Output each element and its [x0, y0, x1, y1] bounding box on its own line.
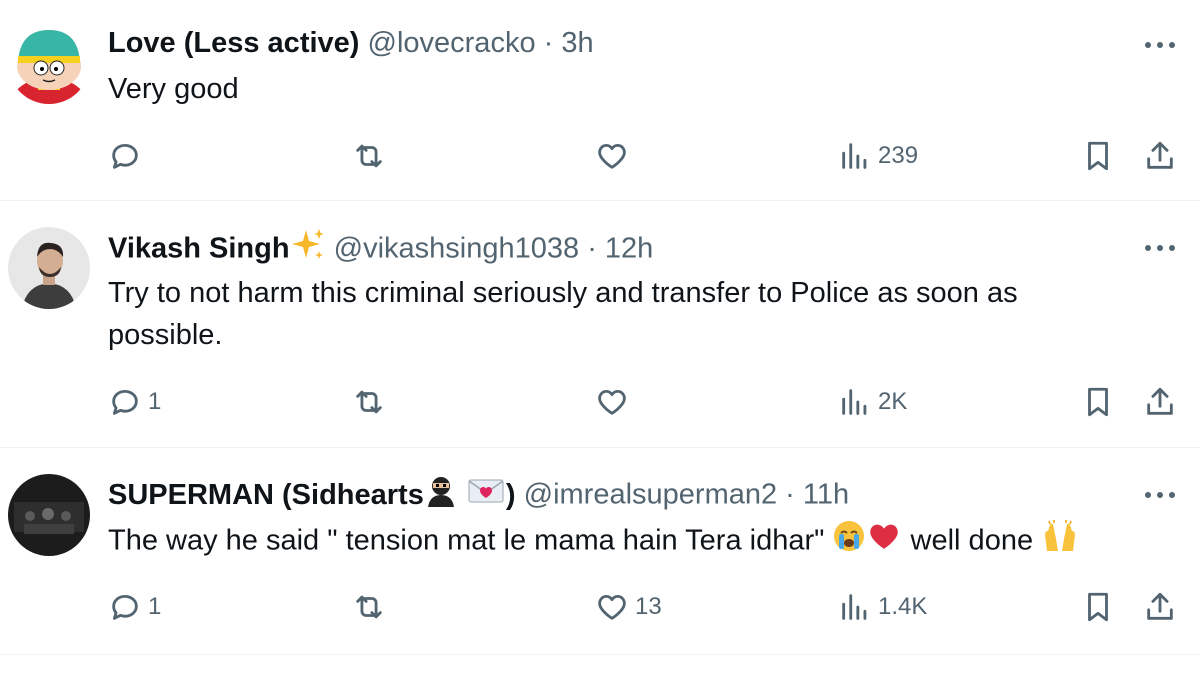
tweet-3[interactable]: SUPERMAN (Sidhearts ) @imrealsuperman2 ·…	[0, 448, 1200, 654]
views-icon	[842, 143, 867, 169]
ninja-icon	[424, 475, 458, 517]
tweet-2[interactable]: Vikash Singh @vikashsingh1038 · 12h Try …	[0, 201, 1200, 447]
reply-button[interactable]: 1	[108, 587, 161, 627]
reply-icon	[112, 389, 138, 415]
views-button[interactable]: 2K	[838, 382, 907, 422]
separator-dot: ·	[587, 232, 597, 265]
heart-icon	[598, 594, 626, 620]
views-button[interactable]: 1.4K	[838, 587, 927, 627]
more-options-button[interactable]	[1140, 480, 1180, 510]
timestamp[interactable]: 3h	[561, 27, 593, 59]
tweet-text-line: Very good	[108, 73, 239, 105]
reply-icon	[112, 143, 138, 169]
retweet-button[interactable]	[352, 382, 392, 422]
tweet-text: Very good	[108, 68, 239, 110]
bookmark-icon	[1088, 387, 1108, 417]
author-handle[interactable]: @vikashsingh1038	[334, 233, 579, 265]
sparkles-icon	[290, 228, 326, 272]
bookmark-button[interactable]	[1081, 136, 1115, 176]
reply-icon	[112, 594, 138, 620]
dark-photo-avatar-icon[interactable]	[8, 474, 90, 556]
timestamp[interactable]: 11h	[803, 479, 849, 511]
tweet-text-line: Try to not harm this criminal seriously …	[108, 277, 1018, 309]
share-icon	[1147, 592, 1173, 620]
crying-face-icon	[832, 519, 866, 565]
views-icon	[842, 389, 867, 415]
share-button[interactable]	[1143, 382, 1177, 422]
love-letter-icon	[466, 476, 506, 516]
share-button[interactable]	[1143, 587, 1177, 627]
tweet-1[interactable]: Love (Less active) @lovecracko · 3h Very…	[0, 0, 1200, 200]
view-count: 239	[878, 142, 919, 169]
more-dots-icon	[1145, 42, 1175, 48]
share-icon	[1147, 387, 1173, 415]
author-name[interactable]: SUPERMAN (Sidhearts )	[108, 477, 516, 511]
heart-icon	[598, 143, 626, 169]
share-icon	[1147, 141, 1173, 169]
heart-icon	[598, 389, 626, 415]
bookmark-icon	[1088, 141, 1108, 171]
raising-hands-icon	[1041, 519, 1079, 565]
more-options-button[interactable]	[1140, 233, 1180, 263]
separator-dot: ·	[543, 27, 554, 59]
views-button[interactable]: 239	[838, 136, 918, 176]
author-handle[interactable]: @imrealsuperman2	[524, 479, 777, 511]
bookmark-button[interactable]	[1081, 587, 1115, 627]
person-avatar-icon[interactable]	[8, 227, 90, 309]
cartoon-avatar-icon[interactable]	[8, 22, 90, 104]
tweet-text-line: possible.	[108, 319, 223, 351]
view-count: 2K	[878, 388, 908, 415]
bookmark-icon	[1088, 592, 1108, 622]
author-name[interactable]: Love (Less active)	[108, 27, 359, 59]
retweet-icon	[356, 595, 382, 619]
like-button[interactable]	[595, 136, 635, 176]
tweet-header: SUPERMAN (Sidhearts ) @imrealsuperman2 ·…	[108, 475, 849, 513]
share-button[interactable]	[1143, 136, 1177, 176]
like-button[interactable]: 13	[595, 587, 662, 627]
author-handle[interactable]: @lovecracko	[368, 27, 536, 59]
reply-count: 1	[148, 593, 162, 620]
more-options-button[interactable]	[1140, 30, 1180, 60]
retweet-button[interactable]	[352, 136, 392, 176]
reply-count: 1	[148, 388, 162, 415]
like-button[interactable]	[595, 382, 635, 422]
like-count: 13	[635, 593, 662, 620]
tweet-header: Love (Less active) @lovecracko · 3h	[108, 24, 594, 62]
views-icon	[842, 594, 867, 620]
reply-button[interactable]: 1	[108, 382, 161, 422]
reply-button[interactable]	[108, 136, 148, 176]
tweet-text: The way he said " tension mat le mama ha…	[108, 519, 1079, 565]
retweet-button[interactable]	[352, 587, 392, 627]
bookmark-button[interactable]	[1081, 382, 1115, 422]
separator-dot: ·	[785, 478, 795, 511]
tweet-text: Try to not harm this criminal seriously …	[108, 272, 1018, 356]
view-count: 1.4K	[878, 593, 928, 620]
red-heart-icon	[866, 519, 902, 565]
timestamp[interactable]: 12h	[605, 233, 653, 265]
tweet-header: Vikash Singh @vikashsingh1038 · 12h	[108, 228, 653, 266]
retweet-icon	[356, 144, 382, 168]
author-name[interactable]: Vikash Singh	[108, 233, 290, 265]
more-dots-icon	[1145, 492, 1175, 498]
divider	[0, 654, 1200, 655]
retweet-icon	[356, 390, 382, 414]
more-dots-icon	[1145, 245, 1175, 251]
tweet-text-main: The way he said " tension mat le mama ha…	[108, 524, 825, 557]
tweet-text-end: well done	[910, 524, 1034, 557]
